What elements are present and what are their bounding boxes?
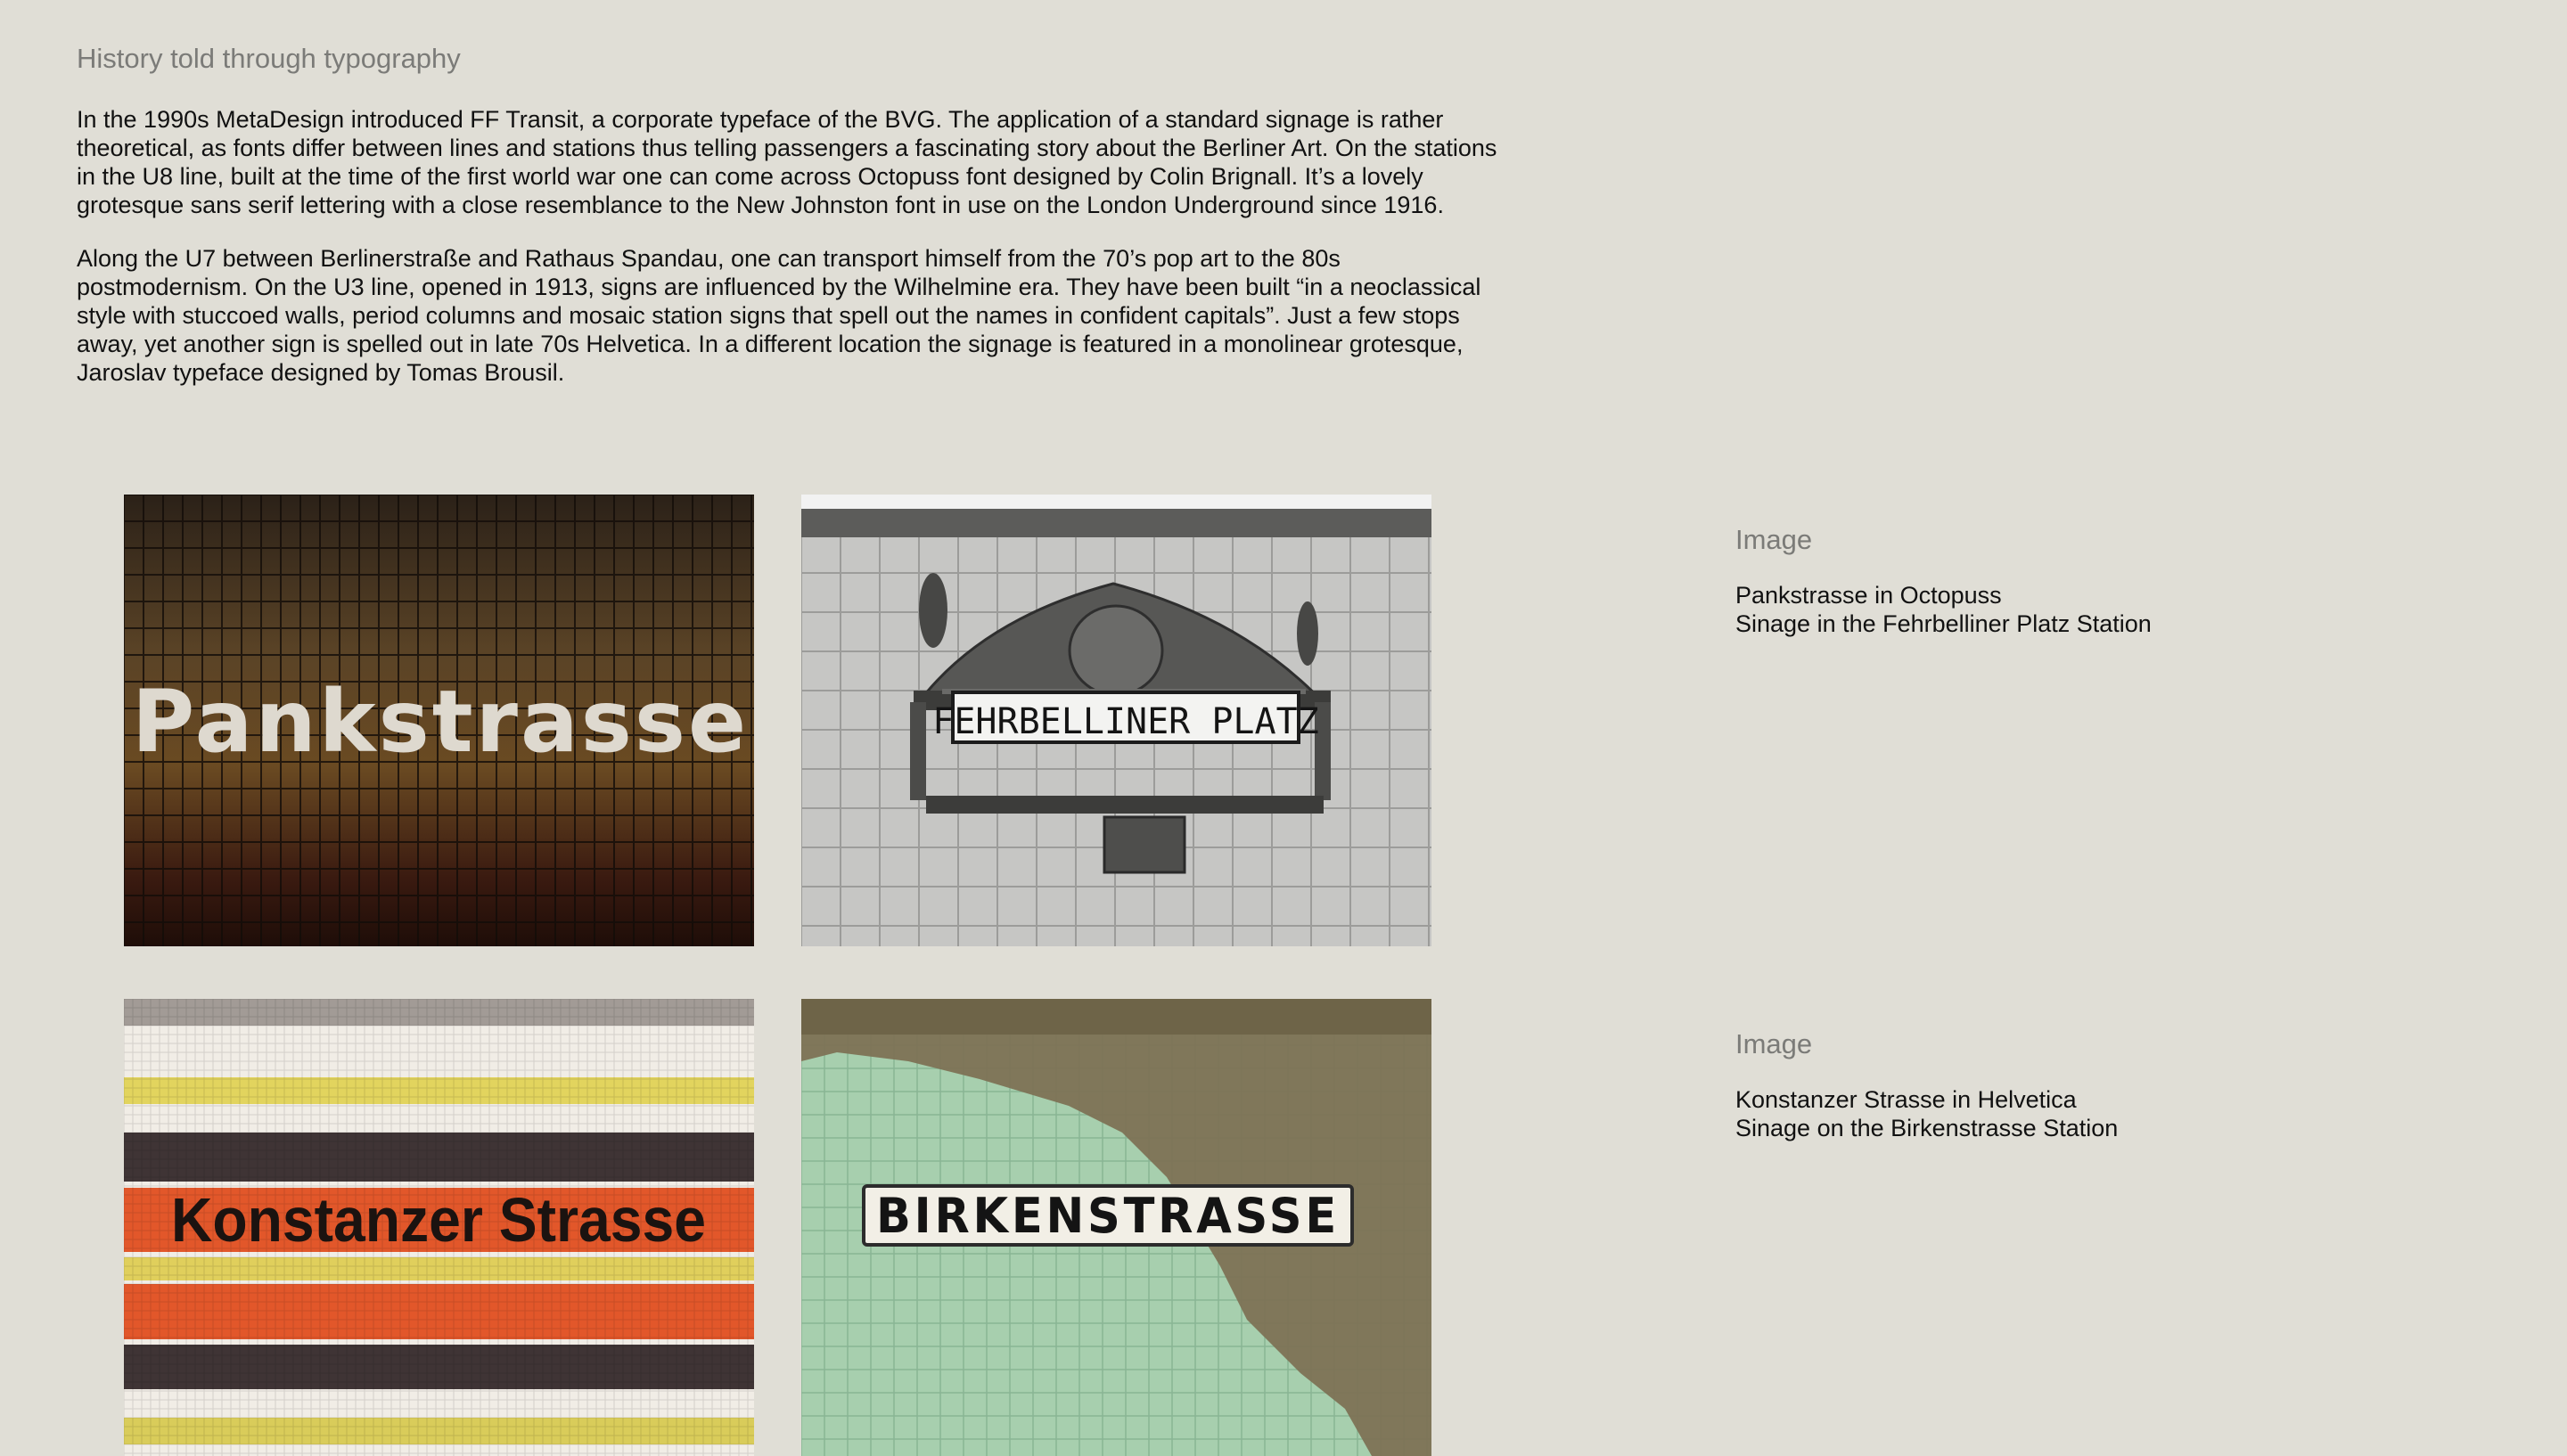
photo-fehrbelliner-platz: FEHRBELLINER PLATZ — [801, 495, 1431, 946]
page: History told through typography In the 1… — [0, 0, 2567, 1456]
caption-title: Image — [1735, 1028, 1813, 1059]
section-heading: History told through typography — [77, 43, 461, 74]
photo-konstanzer-strasse: Konstanzer Strasse — [124, 999, 754, 1456]
caption-block-2: Image Konstanzer Strasse in Helvetica Si… — [1735, 1028, 2448, 1142]
sign-text-birkenstrasse: BIRKENSTRASSE — [876, 1188, 1340, 1244]
caption-line: Sinage on the Birkenstrasse Station — [1735, 1115, 2119, 1141]
photo-pankstrasse: Pankstrasse — [124, 495, 754, 946]
caption-block-1: Image Pankstrasse in Octopuss Sinage in … — [1735, 524, 2448, 638]
sign-text-fehrbelliner-platz: FEHRBELLINER PLATZ — [932, 701, 1318, 742]
caption-title: Image — [1735, 524, 1813, 555]
photo-birkenstrasse: BIRKENSTRASSE — [801, 999, 1431, 1456]
intro-paragraph: Along the U7 between Berlinerstraße and … — [77, 245, 1481, 386]
intro-paragraph: In the 1990s MetaDesign introduced FF Tr… — [77, 106, 1497, 218]
sign-text-pankstrasse: Pankstrasse — [132, 672, 749, 772]
caption-line: Konstanzer Strasse in Helvetica — [1735, 1086, 2077, 1113]
intro-text: In the 1990s MetaDesign introduced FF Tr… — [77, 105, 1503, 412]
caption-line: Pankstrasse in Octopuss — [1735, 582, 2002, 609]
caption-line: Sinage in the Fehrbelliner Platz Station — [1735, 610, 2152, 637]
sign-text-konstanzer-strasse: Konstanzer Strasse — [171, 1185, 706, 1255]
